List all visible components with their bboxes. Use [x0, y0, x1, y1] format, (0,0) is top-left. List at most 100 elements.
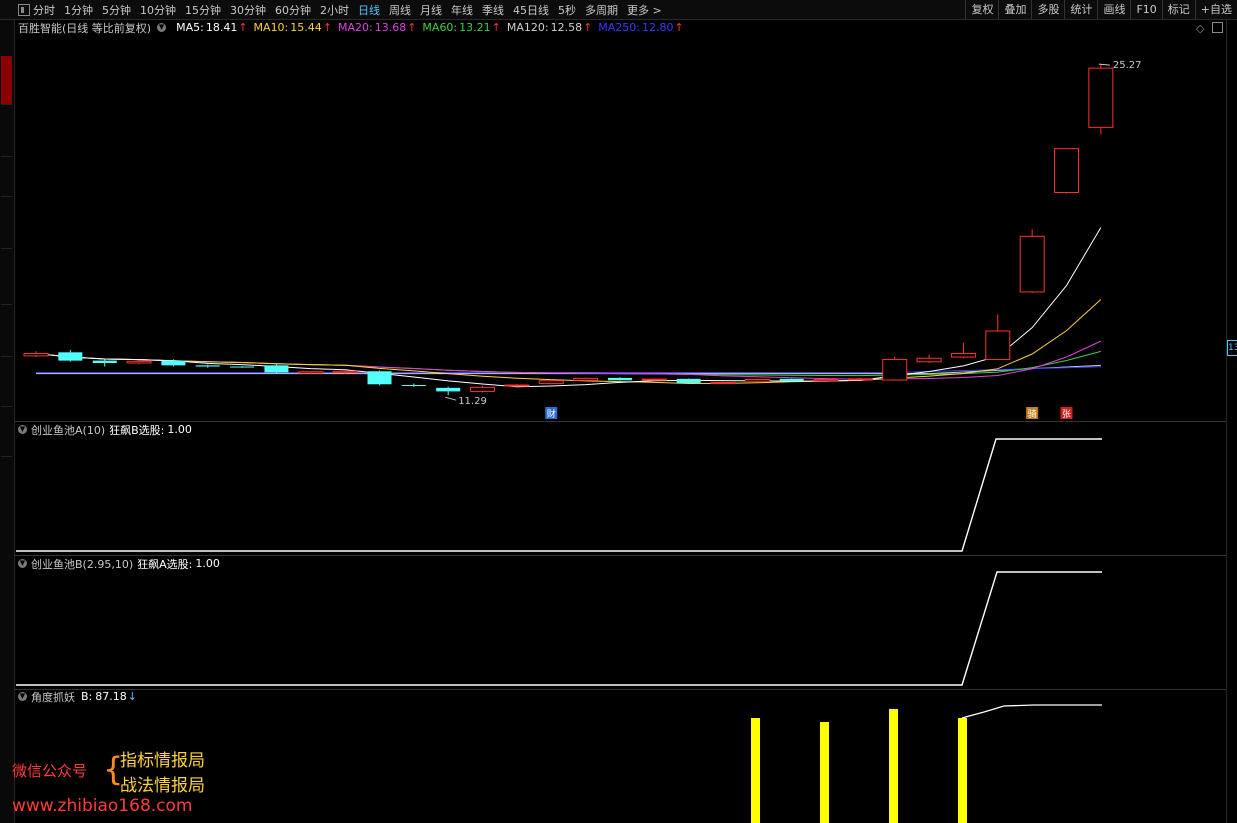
period-tab[interactable]: 周线 [389, 2, 411, 18]
candle-body [573, 377, 599, 381]
signal-bar [820, 722, 829, 823]
side-tab[interactable] [1, 22, 12, 57]
pane-b-title: 创业鱼池B(2.95,10) [31, 557, 134, 571]
tool-button[interactable]: 多股 [1031, 0, 1064, 19]
chart-tools: 复权 叠加 多股 统计 画线 F10 标记 +自选 [965, 0, 1237, 19]
collapse-icon[interactable]: ▼ [157, 23, 167, 32]
period-tab[interactable]: 60分钟 [275, 2, 311, 18]
diamond-icon[interactable]: ◇ [1196, 22, 1204, 35]
event-badge-label: 张 [1062, 409, 1071, 420]
down-arrow-icon: ↓ [127, 690, 137, 703]
pane-divider [14, 421, 1226, 422]
pane-c-title: 角度抓妖 [31, 690, 75, 704]
ma-legend-item: MA5: 18.41↑ [176, 21, 247, 34]
tool-button[interactable]: 标记 [1161, 0, 1195, 19]
period-tab[interactable]: 1分钟 [64, 2, 93, 18]
candle-body [813, 379, 839, 382]
pane-a-value: 1.00 [167, 423, 192, 436]
pane-b-value: 1.00 [195, 557, 220, 570]
period-tab[interactable]: 月线 [420, 2, 442, 18]
candle-body [744, 379, 770, 382]
angle-line [961, 704, 1102, 719]
ma-label: MA250: [598, 21, 641, 34]
candle-body [367, 371, 392, 385]
side-tab[interactable] [1, 406, 12, 457]
candle-body [1019, 235, 1045, 293]
candlestick-chart[interactable]: 25.27 11.29 财 骑 张 [14, 35, 1226, 421]
side-tab-active[interactable] [1, 56, 12, 105]
ma-legend-item: MA60: 13.21↑ [422, 21, 500, 34]
side-tab[interactable] [1, 104, 12, 157]
menu-icon[interactable] [18, 4, 30, 16]
candle-body [882, 358, 908, 381]
period-tab[interactable]: 10分钟 [140, 2, 176, 18]
period-tab[interactable]: 更多 > [627, 2, 662, 18]
low-price-label: 11.29 [458, 396, 487, 407]
ma60-line [35, 350, 1101, 377]
last-price-marker: 13 [1227, 340, 1237, 356]
up-arrow-icon: ↑ [583, 21, 593, 34]
period-tab[interactable]: 30分钟 [230, 2, 266, 18]
up-arrow-icon: ↑ [674, 21, 684, 34]
tool-button[interactable]: 复权 [965, 0, 998, 19]
ma-value: 13.68 [374, 21, 407, 34]
high-price-label: 25.27 [1113, 60, 1142, 71]
ma-legend-item: MA250: 12.80↑ [598, 21, 683, 34]
candle-body [847, 378, 873, 381]
pane-b-legend: ▼ 创业鱼池B(2.95,10) 狂飙A选股: 1.00 [18, 556, 220, 571]
period-tab[interactable]: 季线 [482, 2, 504, 18]
up-arrow-icon: ↑ [238, 21, 248, 34]
watermark-line1: 指标情报局 [120, 751, 205, 771]
ma-label: MA60: [422, 21, 458, 34]
candle-body [676, 378, 701, 384]
period-tab[interactable]: 5秒 [558, 2, 576, 18]
pane-a-chart[interactable] [14, 437, 1226, 554]
ma-label: MA10: [253, 21, 289, 34]
candle-body [985, 330, 1011, 360]
tool-button[interactable]: F10 [1130, 0, 1161, 19]
low-pointer [445, 396, 457, 401]
candle-body [1054, 148, 1079, 193]
tool-button[interactable]: 画线 [1097, 0, 1130, 19]
ma-value: 12.80 [642, 21, 674, 34]
period-tab[interactable]: 日线 [358, 2, 380, 18]
side-tab[interactable] [1, 196, 12, 249]
collapse-icon[interactable]: ▼ [18, 559, 27, 568]
tool-button[interactable]: 统计 [1064, 0, 1097, 19]
tool-button[interactable]: 叠加 [998, 0, 1031, 19]
up-arrow-icon: ↑ [407, 21, 417, 34]
pane-b-chart[interactable] [14, 571, 1226, 688]
pane-a-title: 创业鱼池A(10) [31, 423, 106, 437]
period-tab[interactable]: 45日线 [513, 2, 549, 18]
candle-body [504, 384, 530, 387]
signal-bar [889, 709, 898, 823]
period-tab[interactable]: 多周期 [585, 2, 618, 18]
period-tab[interactable]: 年线 [451, 2, 473, 18]
period-tab[interactable]: 15分钟 [185, 2, 221, 18]
side-tab[interactable] [1, 156, 12, 197]
pane-c-indicator: B: [81, 690, 93, 703]
candle-body [470, 386, 496, 392]
ma-label: MA5: [176, 21, 204, 34]
pane-c-legend: ▼ 角度抓妖 B: 87.18 ↓ [18, 689, 137, 704]
period-tab[interactable]: 分时 [33, 2, 55, 18]
stock-title: 百胜智能(日线 等比前复权) [18, 21, 152, 35]
pane-b-signal-line [16, 571, 1102, 686]
candle-body [950, 353, 976, 358]
collapse-icon[interactable]: ▼ [18, 425, 27, 434]
candle-body [401, 385, 426, 387]
candle-body [195, 365, 220, 367]
ma-value: 13.21 [459, 21, 491, 34]
side-tab[interactable] [1, 304, 12, 357]
tool-button[interactable]: +自选 [1194, 0, 1237, 19]
side-tab[interactable] [1, 248, 12, 305]
ma-label: MA20: [337, 21, 373, 34]
ma-legend-item: MA120: 12.58↑ [507, 21, 592, 34]
price-scale-strip: 13 [1226, 20, 1237, 823]
period-tab[interactable]: 5分钟 [102, 2, 131, 18]
window-icon[interactable] [1212, 22, 1223, 33]
collapse-icon[interactable]: ▼ [18, 692, 27, 701]
side-tab[interactable] [1, 356, 12, 407]
up-arrow-icon: ↑ [491, 21, 501, 34]
period-tab[interactable]: 2小时 [320, 2, 349, 18]
